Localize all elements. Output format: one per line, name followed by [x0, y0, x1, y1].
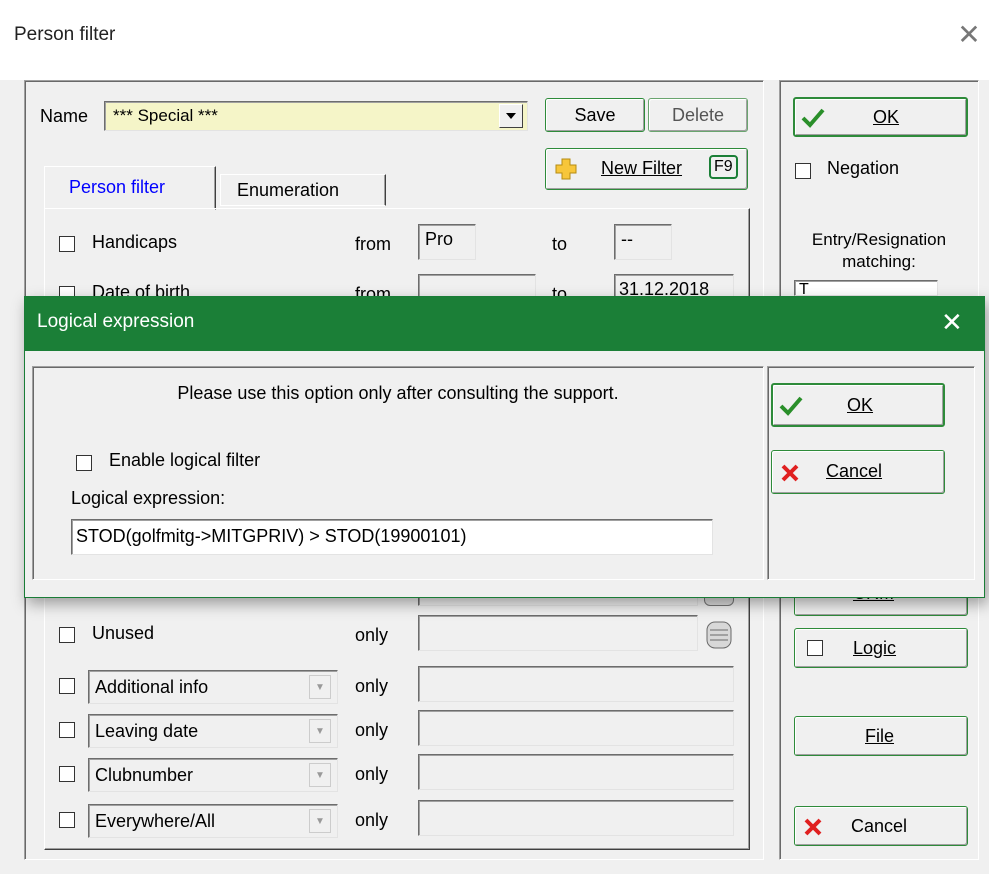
dialog-close-icon[interactable]: ✕	[941, 307, 963, 338]
window-close-icon[interactable]: ✕	[956, 20, 982, 50]
logical-expression-dialog: Logical expression ✕ Please use this opt…	[24, 296, 985, 598]
chevron-down-icon[interactable]: ▼	[309, 675, 331, 699]
checkmark-icon	[779, 396, 803, 416]
name-select[interactable]: *** Special ***	[104, 101, 528, 131]
file-button[interactable]: File	[794, 716, 968, 756]
cancel-x-icon	[781, 464, 799, 482]
unused-checkbox[interactable]	[59, 627, 75, 643]
cancel-x-icon	[804, 818, 822, 836]
enable-logical-filter-checkbox[interactable]	[76, 455, 92, 471]
ok-label: OK	[873, 107, 900, 127]
handicaps-checkbox[interactable]	[59, 236, 75, 252]
delete-button[interactable]: Delete	[648, 98, 748, 132]
handicaps-to-field[interactable]: --	[614, 224, 672, 260]
ok-button[interactable]: OK	[793, 97, 968, 137]
cancel-button[interactable]: Cancel	[794, 806, 968, 846]
dialog-ok-button[interactable]: OK	[771, 383, 945, 427]
new-filter-button[interactable]: New Filter F9	[545, 148, 748, 190]
name-label: Name	[40, 106, 89, 126]
unused-label: Unused	[92, 623, 155, 643]
window-titlebar: Person filter ✕	[0, 0, 989, 80]
combo-row-3-checkbox[interactable]	[59, 766, 75, 782]
name-select-value: *** Special ***	[113, 106, 218, 125]
expression-input[interactable]: STOD(golfmitg->MITGPRIV) > STOD(19900101…	[71, 519, 713, 555]
combo-row-1-checkbox[interactable]	[59, 678, 75, 694]
combo-row-1-field[interactable]	[418, 666, 734, 702]
negation-checkbox[interactable]	[795, 163, 811, 179]
tab-enumeration[interactable]: Enumeration	[220, 174, 386, 206]
name-dropdown-button[interactable]	[499, 104, 523, 128]
support-notice: Please use this option only after consul…	[177, 383, 619, 403]
combo-row-4-checkbox[interactable]	[59, 812, 75, 828]
combo-row-4-select[interactable]: Everywhere/All ▼	[88, 804, 338, 838]
cancel-label: Cancel	[851, 816, 908, 836]
handicaps-to-value: --	[621, 229, 633, 249]
combo-row-3-select[interactable]: Clubnumber ▼	[88, 758, 338, 792]
checkmark-icon	[801, 108, 825, 128]
handicaps-label: Handicaps	[92, 232, 178, 252]
combo-row-2-field[interactable]	[418, 710, 734, 746]
handicaps-to-label: to	[552, 234, 568, 254]
window-title: Person filter	[14, 24, 116, 45]
chevron-down-icon[interactable]: ▼	[309, 809, 331, 833]
combo-row-1-select[interactable]: Additional info ▼	[88, 670, 338, 704]
plus-icon	[555, 158, 577, 180]
combo-row-3-only-label: only	[355, 764, 389, 784]
chevron-down-icon	[506, 113, 516, 119]
chevron-down-icon[interactable]: ▼	[309, 763, 331, 787]
dialog-cancel-label: Cancel	[826, 461, 883, 481]
combo-row-3-select-value: Clubnumber	[95, 765, 194, 785]
logic-checkbox-icon	[807, 640, 823, 656]
tab-enumeration-label: Enumeration	[237, 180, 340, 200]
expression-input-value: STOD(golfmitg->MITGPRIV) > STOD(19900101…	[76, 526, 467, 546]
tab-person-filter[interactable]: Person filter	[44, 166, 216, 210]
handicaps-from-label: from	[355, 234, 391, 254]
db-spin-icon	[706, 621, 732, 649]
handicaps-from-field[interactable]: Pro	[418, 224, 476, 260]
enable-logical-filter-label: Enable logical filter	[109, 450, 261, 470]
unused-only-label: only	[355, 625, 389, 645]
combo-row-4-field[interactable]	[418, 800, 734, 836]
combo-row-1-select-value: Additional info	[95, 677, 209, 697]
dialog-titlebar: Logical expression ✕	[25, 297, 984, 351]
entry-resignation-label: Entry/Resignation	[811, 230, 947, 249]
dialog-ok-label: OK	[847, 395, 874, 415]
entry-resignation-select[interactable]: T	[794, 280, 938, 298]
new-filter-shortcut-key: F9	[709, 155, 738, 179]
combo-row-1-only-label: only	[355, 676, 389, 696]
tab-person-filter-label: Person filter	[69, 177, 166, 197]
dialog-title: Logical expression	[37, 311, 195, 332]
expression-label: Logical expression:	[71, 488, 226, 508]
combo-row-2-select[interactable]: Leaving date ▼	[88, 714, 338, 748]
chevron-down-icon[interactable]: ▼	[309, 719, 331, 743]
combo-row-3-field[interactable]	[418, 754, 734, 790]
unused-field[interactable]	[418, 615, 698, 651]
dialog-cancel-button[interactable]: Cancel	[771, 450, 945, 494]
unused-spin-button[interactable]	[704, 620, 734, 650]
new-filter-label: New Filter	[601, 158, 683, 178]
combo-row-2-only-label: only	[355, 720, 389, 740]
handicaps-from-value: Pro	[425, 229, 454, 249]
file-label: File	[865, 726, 895, 746]
combo-row-2-select-value: Leaving date	[95, 721, 199, 741]
matching-label: matching:	[842, 252, 916, 271]
combo-row-4-only-label: only	[355, 810, 389, 830]
save-button[interactable]: Save	[545, 98, 645, 132]
negation-label: Negation	[827, 158, 900, 178]
logic-label: Logic	[853, 638, 897, 658]
combo-row-2-checkbox[interactable]	[59, 722, 75, 738]
combo-row-4-select-value: Everywhere/All	[95, 811, 216, 831]
logic-button[interactable]: Logic	[794, 628, 968, 668]
